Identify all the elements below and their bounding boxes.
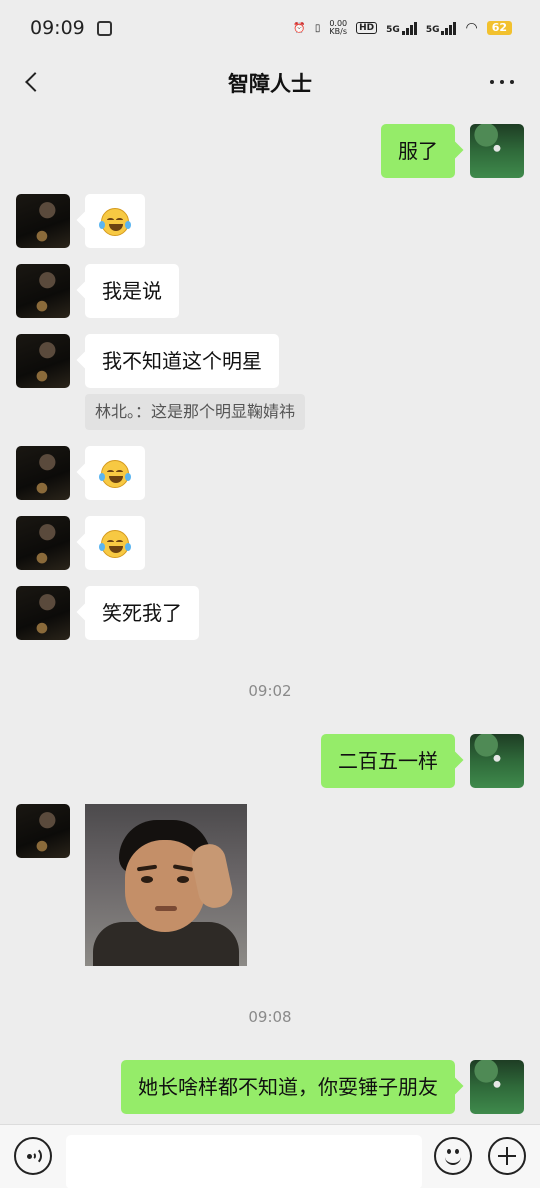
status-icons: ⏰ ▯ 0.00 KB/s HD 5G 5G ◠ 62 (293, 20, 512, 36)
message-input[interactable] (66, 1135, 422, 1188)
contact-avatar[interactable] (16, 804, 70, 858)
message-bubble-other[interactable]: 笑死我了 (85, 586, 199, 640)
message-text: 她长啥样都不知道，你耍锤子朋友 (138, 1075, 438, 1099)
message-bubble-other[interactable] (85, 446, 145, 500)
signal-icon (401, 21, 417, 35)
battery-icon: 62 (486, 21, 512, 35)
sim1-signal: 5G (386, 21, 417, 35)
message-text: 我是说 (102, 279, 162, 303)
smiley-icon (447, 1149, 451, 1154)
timestamp: 09:08 (248, 1008, 292, 1026)
more-actions-button[interactable] (488, 1137, 526, 1175)
contact-avatar[interactable] (16, 334, 70, 388)
tears-of-joy-emoji-icon (99, 530, 131, 558)
chat-title: 智障人士 (228, 72, 312, 96)
more-dots-icon (510, 80, 514, 84)
status-bar: 09:09 ⏰ ▯ 0.00 KB/s HD 5G 5G ◠ 62 (0, 0, 540, 56)
self-avatar[interactable] (470, 1060, 524, 1114)
network-speed-unit: KB/s (329, 27, 348, 36)
voice-button[interactable] (14, 1137, 52, 1175)
timestamp: 09:02 (248, 682, 292, 700)
man-thinking-sticker[interactable] (85, 804, 247, 966)
tears-of-joy-emoji-icon (99, 460, 131, 488)
chat-message-list[interactable]: 服了 我是说 我不知道这个明星 林北。：这是那个明显鞠婧祎 笑死我了 09:02… (0, 108, 540, 1124)
self-avatar[interactable] (470, 124, 524, 178)
contact-avatar[interactable] (16, 446, 70, 500)
quoted-reply[interactable]: 林北。：这是那个明显鞠婧祎 (85, 394, 306, 430)
message-text: 我不知道这个明星 (102, 349, 262, 373)
sim1-label: 5G (386, 24, 400, 35)
message-bubble-self[interactable]: 服了 (381, 124, 455, 178)
more-dots-icon (490, 80, 494, 84)
message-bubble-other[interactable]: 我是说 (85, 264, 179, 318)
message-bubble-self[interactable]: 二百五一样 (321, 734, 455, 788)
hd-icon: HD (356, 22, 378, 34)
message-bubble-other[interactable] (85, 516, 145, 570)
message-text: 笑死我了 (102, 601, 182, 625)
sim2-label: 5G (425, 24, 440, 35)
message-text: 二百五一样 (338, 749, 438, 773)
app-notification-icon (96, 20, 112, 36)
vibrate-icon: ▯ (314, 22, 321, 34)
alarm-icon: ⏰ (293, 22, 306, 34)
contact-avatar[interactable] (16, 516, 70, 570)
wifi-icon: ◠ (465, 20, 478, 36)
sim2-signal: 5G (425, 21, 457, 35)
message-bubble-other[interactable] (85, 194, 145, 248)
contact-avatar[interactable] (16, 194, 70, 248)
message-input-bar (0, 1124, 540, 1188)
self-avatar[interactable] (470, 734, 524, 788)
more-dots-icon (500, 80, 504, 84)
chat-header: 智障人士 (0, 56, 540, 108)
contact-avatar[interactable] (16, 264, 70, 318)
network-speed: 0.00 KB/s (329, 20, 347, 36)
contact-avatar[interactable] (16, 586, 70, 640)
more-options-button[interactable] (490, 80, 514, 84)
message-bubble-self[interactable]: 她长啥样都不知道，你耍锤子朋友 (121, 1060, 455, 1114)
message-bubble-other[interactable]: 我不知道这个明星 (85, 334, 279, 388)
emoji-button[interactable] (434, 1137, 472, 1175)
tears-of-joy-emoji-icon (99, 208, 131, 236)
status-time: 09:09 (30, 17, 85, 39)
signal-icon (441, 21, 457, 35)
message-text: 服了 (398, 139, 438, 163)
